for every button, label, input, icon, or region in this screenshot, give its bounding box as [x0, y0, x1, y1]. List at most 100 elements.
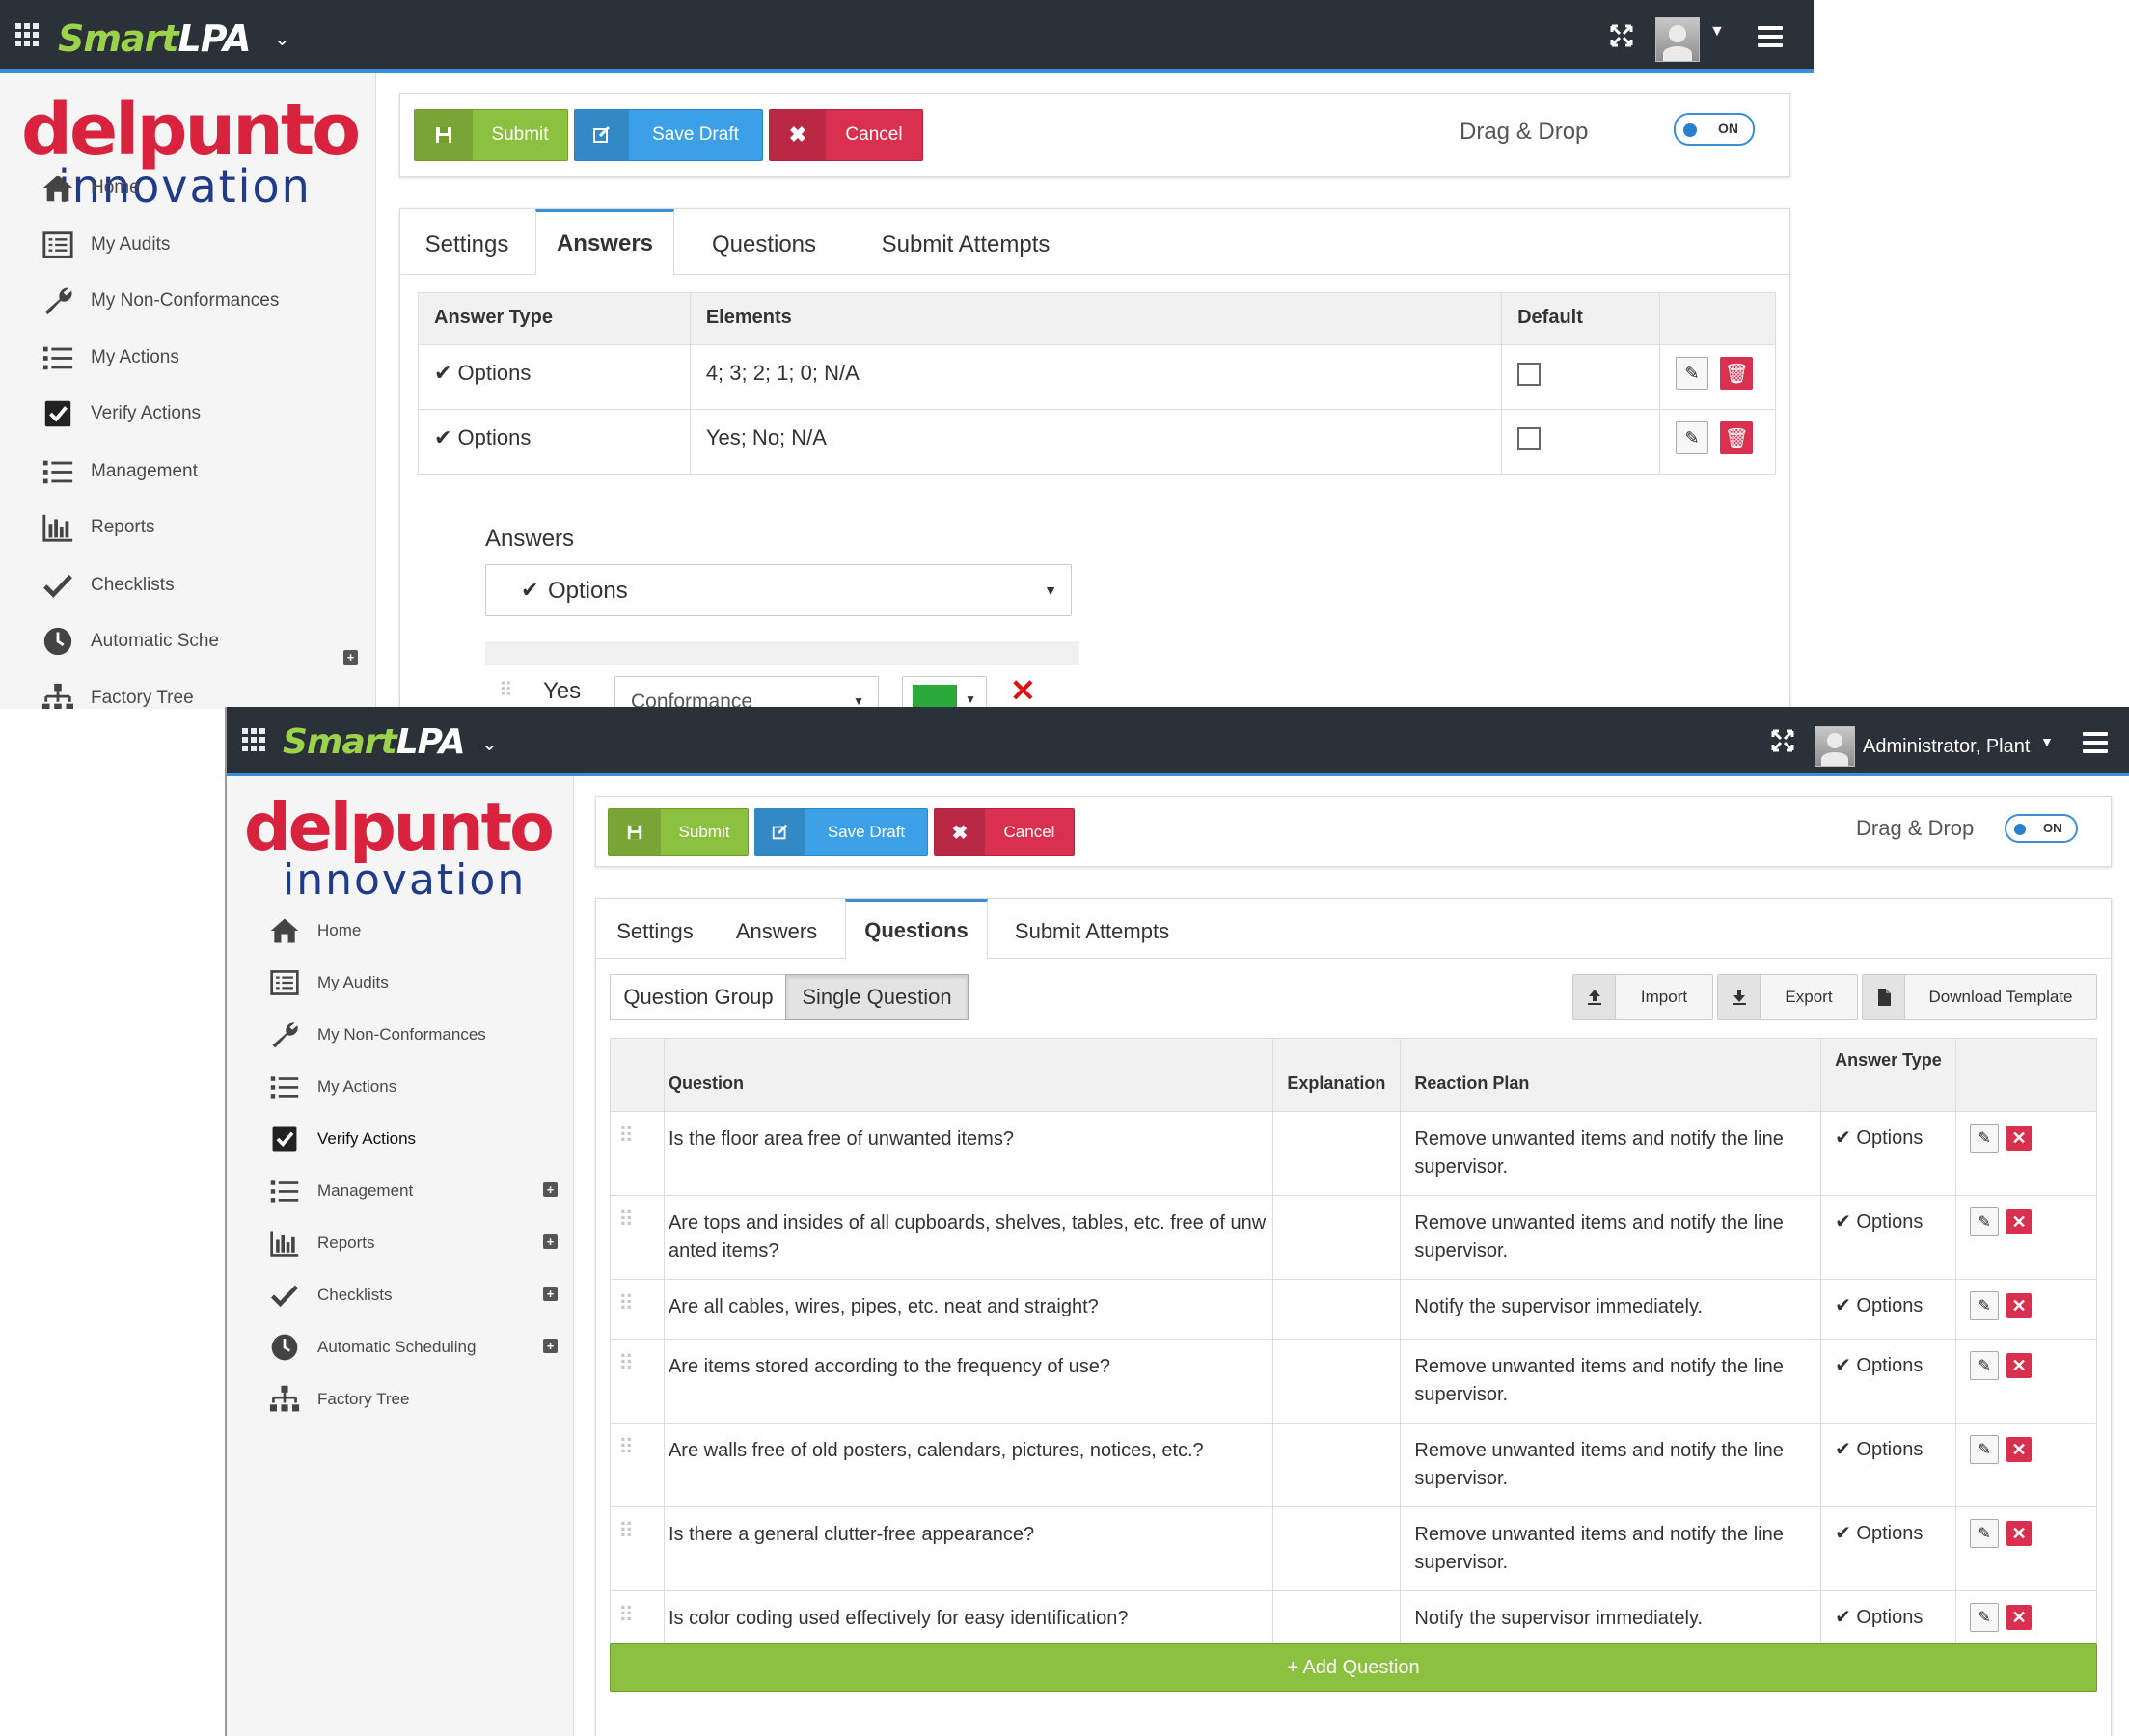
sidebar-item-verify-actions[interactable]: Verify Actions: [265, 1123, 416, 1155]
expand-icon[interactable]: +: [543, 1234, 558, 1249]
expand-icon[interactable]: +: [543, 1339, 558, 1353]
sidebar-item-verify-actions[interactable]: Verify Actions: [39, 397, 201, 430]
sidebar-item-home[interactable]: Home: [39, 172, 140, 204]
tab-questions[interactable]: Questions: [845, 899, 988, 960]
edit-button[interactable]: ✎: [1970, 1519, 2000, 1548]
edit-button[interactable]: ✎: [1676, 357, 1709, 390]
delete-button[interactable]: ✕: [2006, 1353, 2033, 1378]
single-question-button[interactable]: Single Question: [785, 974, 969, 1020]
tab-questions[interactable]: Questions: [680, 215, 848, 275]
delete-button[interactable]: 🗑: [1720, 421, 1754, 454]
sidebar-item-factory-tree[interactable]: Factory Tree: [39, 682, 194, 709]
edit-button[interactable]: ✎: [1970, 1124, 2000, 1153]
list-bullets-icon: [265, 1175, 304, 1207]
sidebar-item-management[interactable]: Management: [39, 455, 198, 488]
sidebar-item-my-non-conformances[interactable]: My Non-Conformances: [39, 285, 279, 317]
edit-button[interactable]: ✎: [1970, 1435, 2000, 1464]
question-group-button[interactable]: Question Group: [610, 974, 787, 1020]
drag-handle-icon[interactable]: ⠿: [499, 678, 513, 702]
expand-icon[interactable]: +: [543, 1287, 558, 1301]
delete-button[interactable]: ✕: [2006, 1126, 2033, 1151]
chevron-down-icon[interactable]: ⌄: [481, 732, 498, 756]
user-menu[interactable]: Administrator, Plant: [1863, 736, 2030, 758]
answer-type: Options: [1856, 1355, 1924, 1376]
export-button[interactable]: Export: [1717, 974, 1858, 1020]
sidebar-item-reports[interactable]: Reports: [265, 1227, 375, 1260]
save-draft-button[interactable]: Save Draft: [574, 109, 763, 161]
sidebar-item-management[interactable]: Management: [265, 1175, 413, 1207]
answer-color-picker[interactable]: ▼: [902, 676, 987, 709]
list-bullets-icon: [39, 341, 77, 374]
avatar[interactable]: [1655, 17, 1700, 62]
download-template-button[interactable]: Download Template: [1862, 974, 2097, 1020]
edit-button[interactable]: ✎: [1970, 1207, 2000, 1236]
add-question-button[interactable]: + Add Question: [610, 1643, 2097, 1692]
save-draft-button[interactable]: Save Draft: [754, 808, 928, 856]
apps-grid-icon[interactable]: [242, 728, 265, 751]
brand-logo[interactable]: SmartLPA: [283, 722, 466, 762]
sidebar-item-my-audits[interactable]: My Audits: [265, 966, 389, 999]
expand-icon[interactable]: +: [543, 1182, 558, 1197]
delete-button[interactable]: 🗑: [1720, 357, 1754, 390]
sidebar-item-home[interactable]: Home: [265, 914, 361, 947]
tab-settings[interactable]: Settings: [596, 905, 714, 959]
import-button[interactable]: Import: [1572, 974, 1713, 1020]
submit-button[interactable]: Submit: [414, 109, 568, 161]
apps-grid-icon[interactable]: [15, 23, 39, 46]
drag-drop-toggle[interactable]: ON: [1674, 113, 1755, 146]
chevron-down-icon[interactable]: ⌄: [274, 27, 290, 51]
sidebar-item-reports[interactable]: Reports: [39, 511, 155, 544]
delete-button[interactable]: ✕: [2006, 1209, 2033, 1234]
cancel-button[interactable]: ✖ Cancel: [934, 808, 1075, 856]
tab-answers[interactable]: Answers: [716, 905, 837, 959]
wrench-icon: [265, 1018, 304, 1051]
sidebar-item-automatic-scheduling[interactable]: Automatic Scheduling: [265, 1331, 476, 1364]
sidebar-item-my-audits[interactable]: My Audits: [39, 229, 170, 261]
caret-down-icon[interactable]: ▼: [1709, 23, 1725, 41]
sidebar-item-label: Automatic Sche: [91, 631, 220, 651]
cancel-button[interactable]: ✖ Cancel: [769, 109, 923, 161]
caret-down-icon[interactable]: ▼: [2040, 734, 2054, 749]
sidebar-item-my-actions[interactable]: My Actions: [39, 341, 179, 374]
menu-icon[interactable]: [1758, 26, 1783, 47]
remove-answer-icon[interactable]: ✕: [1010, 672, 1036, 709]
tab-settings[interactable]: Settings: [400, 215, 533, 275]
submit-button[interactable]: Submit: [608, 808, 749, 856]
menu-icon[interactable]: [2083, 732, 2108, 753]
delete-button[interactable]: ✕: [2006, 1605, 2033, 1630]
drag-handle-icon[interactable]: ⠿: [618, 1519, 634, 1543]
fullscreen-icon[interactable]: [1609, 23, 1634, 48]
drag-handle-icon[interactable]: ⠿: [618, 1603, 634, 1627]
drag-handle-icon[interactable]: ⠿: [618, 1291, 634, 1316]
sidebar-item-factory-tree[interactable]: Factory Tree: [265, 1383, 409, 1416]
edit-button[interactable]: ✎: [1970, 1603, 2000, 1632]
sidebar-item-my-actions[interactable]: My Actions: [265, 1071, 396, 1103]
drag-handle-icon[interactable]: ⠿: [618, 1351, 634, 1375]
drag-drop-toggle[interactable]: ON: [2005, 814, 2078, 843]
sidebar-item-checklists[interactable]: Checklists: [265, 1279, 392, 1312]
drag-handle-icon[interactable]: ⠿: [618, 1435, 634, 1459]
edit-button[interactable]: ✎: [1970, 1291, 2000, 1320]
delete-button[interactable]: ✕: [2006, 1437, 2033, 1462]
answers-select[interactable]: ✔ Options ▼: [485, 564, 1072, 616]
bar-chart-icon: [265, 1227, 304, 1260]
edit-button[interactable]: ✎: [1970, 1351, 2000, 1380]
sidebar-item-my-non-conformances[interactable]: My Non-Conformances: [265, 1018, 486, 1051]
drag-handle-icon[interactable]: ⠿: [618, 1207, 634, 1232]
sidebar-item-automatic-sche[interactable]: Automatic Sche: [39, 625, 219, 658]
brand-logo[interactable]: SmartLPA: [58, 17, 252, 60]
edit-button[interactable]: ✎: [1676, 421, 1709, 454]
avatar[interactable]: [1815, 726, 1855, 767]
drag-handle-icon[interactable]: ⠿: [618, 1124, 634, 1148]
delete-button[interactable]: ✕: [2006, 1521, 2033, 1546]
delete-button[interactable]: ✕: [2006, 1293, 2033, 1318]
tab-submit-attempts[interactable]: Submit Attempts: [850, 215, 1081, 275]
fullscreen-icon[interactable]: [1770, 728, 1795, 753]
expand-icon[interactable]: +: [343, 650, 358, 665]
tab-answers[interactable]: Answers: [535, 209, 674, 276]
default-checkbox[interactable]: [1517, 427, 1542, 450]
sidebar-item-checklists[interactable]: Checklists: [39, 569, 175, 602]
default-checkbox[interactable]: [1517, 363, 1542, 386]
answer-category-select[interactable]: Conformance ▼: [614, 676, 879, 709]
tab-submit-attempts[interactable]: Submit Attempts: [992, 905, 1192, 959]
